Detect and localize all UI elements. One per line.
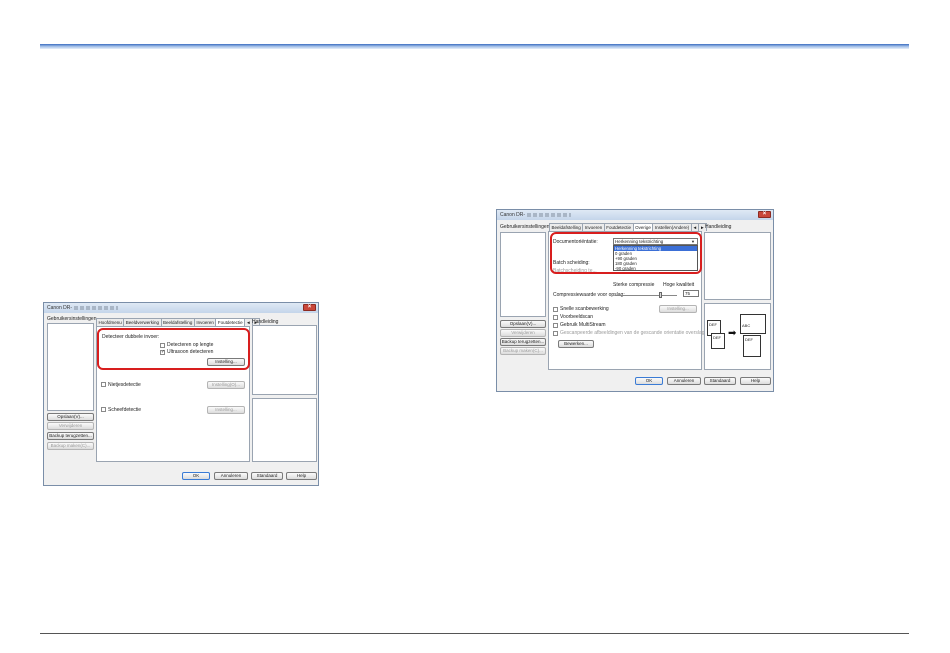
highlight-frame (97, 328, 250, 370)
manual-panel-bottom (252, 398, 317, 462)
highlight-frame (550, 232, 702, 274)
multistream-label: Gebruik MultiStream (560, 322, 606, 328)
staple-settings-button[interactable]: Instelling(O)... (207, 381, 245, 389)
footer-rule (40, 633, 909, 634)
tab-invoeren[interactable]: Invoeren (193, 318, 217, 326)
user-settings-list[interactable] (47, 323, 94, 411)
tab-instellen-andere[interactable]: Instellen(Andere) (652, 223, 692, 231)
skew-detect-label: Scheefdetectie (108, 407, 142, 413)
fast-scan-checkbox[interactable] (553, 307, 558, 312)
window-title: Canon DR- (500, 212, 526, 218)
help-button[interactable]: Help (286, 472, 317, 480)
close-icon[interactable]: × (303, 304, 316, 311)
compression-value-spinner[interactable]: 75 (683, 290, 699, 297)
manual-label: Handleiding (705, 224, 732, 230)
cancel-button[interactable]: Annuleren (214, 472, 248, 480)
settings-tabs: Hoofdmenu Beeldverwerking Beeldafstellin… (96, 318, 261, 326)
manual-panel-top (704, 232, 771, 300)
backup-restore-button[interactable]: Backup terugzetten... (47, 432, 94, 440)
edit-button[interactable]: Bewerken... (558, 340, 594, 348)
compression-label: Compressiewaarde voor opslag: (553, 292, 625, 298)
ok-button[interactable]: OK (182, 472, 210, 480)
preview-doc-front: DEF (711, 333, 725, 349)
tab-beeldafstelling[interactable]: Beeldafstelling (160, 318, 195, 326)
tab-hoofdmenu[interactable]: Hoofdmenu (96, 318, 125, 326)
backup-restore-button[interactable]: Backup terugzetten... (500, 338, 546, 346)
right-dialog-window: Canon DR- × Gebruikersinstellingen Opsla… (496, 209, 774, 392)
compression-quality-label: Hoge kwaliteit (663, 282, 695, 288)
fast-scan-label: Snelle scanbewerking (560, 306, 609, 312)
help-button[interactable]: Help (740, 377, 771, 385)
left-window-titlebar: Canon DR- × (44, 303, 318, 313)
rescan-skip-checkbox[interactable] (553, 331, 558, 336)
window-title: Canon DR- (47, 305, 73, 311)
left-dialog-window: Canon DR- × Gebruikersinstellingen Opsla… (43, 302, 319, 486)
staple-detect-checkbox[interactable] (101, 382, 106, 387)
backup-create-button[interactable]: Backup maken(C)... (47, 442, 94, 450)
fast-scan-settings-button[interactable]: Instelling... (659, 305, 697, 313)
ok-button[interactable]: OK (635, 377, 663, 385)
delete-button[interactable]: Verwijderen (500, 329, 546, 337)
skew-settings-button[interactable]: Instelling... (207, 406, 245, 414)
tab-invoeren[interactable]: Invoeren (582, 223, 605, 231)
tab-beeldverwerking[interactable]: Beeldverwerking (123, 318, 162, 326)
tab-foutdetectie[interactable]: Foutdetectie (603, 223, 634, 231)
close-icon[interactable]: × (758, 211, 771, 218)
header-rule (40, 44, 909, 49)
skew-detect-checkbox[interactable] (101, 407, 106, 412)
tab-foutdetectie[interactable]: Foutdetectie (215, 318, 246, 326)
compression-slider-track[interactable] (615, 295, 677, 296)
rescan-skip-label: Gescanpeerde afbeeldingen van de gescand… (560, 330, 711, 336)
compression-value: 75 (685, 291, 691, 296)
user-settings-list[interactable] (500, 232, 546, 317)
backup-create-button[interactable]: Backup maken(C)... (500, 347, 546, 355)
garbled-model-text (74, 305, 119, 310)
delete-button[interactable]: Verwijderen (47, 422, 94, 430)
multistream-checkbox[interactable] (553, 323, 558, 328)
settings-tabs: Beeldafstelling Invoeren Foutdetectie Ov… (549, 223, 707, 231)
default-button[interactable]: Standaard (251, 472, 283, 480)
prescan-label: Voorbeeldscan (560, 314, 594, 320)
preview-doc-def: DEF (743, 335, 761, 357)
user-settings-label: Gebruikersinstellingen (500, 224, 550, 230)
staple-detect-label: Nietjesdetectie (108, 382, 141, 388)
prescan-checkbox[interactable] (553, 315, 558, 320)
tab-beeldafstelling[interactable]: Beeldafstelling (549, 223, 584, 231)
default-button[interactable]: Standaard (704, 377, 736, 385)
compression-slider-thumb[interactable] (659, 292, 662, 298)
compression-strong-label: Sterke compressie (613, 282, 655, 288)
right-window-titlebar: Canon DR- × (497, 210, 773, 220)
arrow-right-icon: ➡ (728, 328, 737, 339)
cancel-button[interactable]: Annuleren (667, 377, 701, 385)
manual-panel-top (252, 325, 317, 395)
preview-doc-abc: ABC (740, 314, 766, 334)
garbled-model-text (527, 212, 572, 217)
save-button[interactable]: Opslaan(V)... (500, 320, 546, 328)
tab-overige[interactable]: Overige (632, 223, 654, 231)
save-button[interactable]: Opslaan(V)... (47, 413, 94, 421)
user-settings-label: Gebruikersinstellingen (47, 316, 97, 322)
